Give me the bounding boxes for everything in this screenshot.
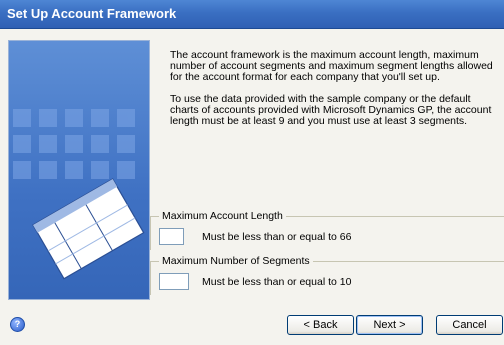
next-button[interactable]: Next > <box>356 315 423 335</box>
segments-group: Maximum Number of Segments Must be less … <box>150 255 504 295</box>
group-divider-left <box>150 216 151 250</box>
window-title: Set Up Account Framework <box>7 6 177 21</box>
segments-hint: Must be less than or equal to 10 <box>202 276 352 288</box>
intro-paragraph-1: The account framework is the maximum acc… <box>170 49 493 83</box>
help-icon[interactable]: ? <box>10 317 25 332</box>
cancel-button[interactable]: Cancel <box>436 315 503 335</box>
side-illustration <box>8 40 150 300</box>
account-length-group: Maximum Account Length Must be less than… <box>150 210 504 250</box>
account-length-hint: Must be less than or equal to 66 <box>202 231 352 243</box>
account-length-input[interactable] <box>159 228 184 245</box>
back-button[interactable]: < Back <box>287 315 354 335</box>
segments-label: Maximum Number of Segments <box>159 255 313 267</box>
account-length-label: Maximum Account Length <box>159 210 286 222</box>
group-divider-left <box>150 261 151 295</box>
account-framework-illustration <box>13 109 145 280</box>
intro-text: The account framework is the maximum acc… <box>170 50 496 138</box>
segments-input[interactable] <box>159 273 189 290</box>
intro-paragraph-2: To use the data provided with the sample… <box>170 93 492 127</box>
title-bar: Set Up Account Framework <box>0 0 504 29</box>
